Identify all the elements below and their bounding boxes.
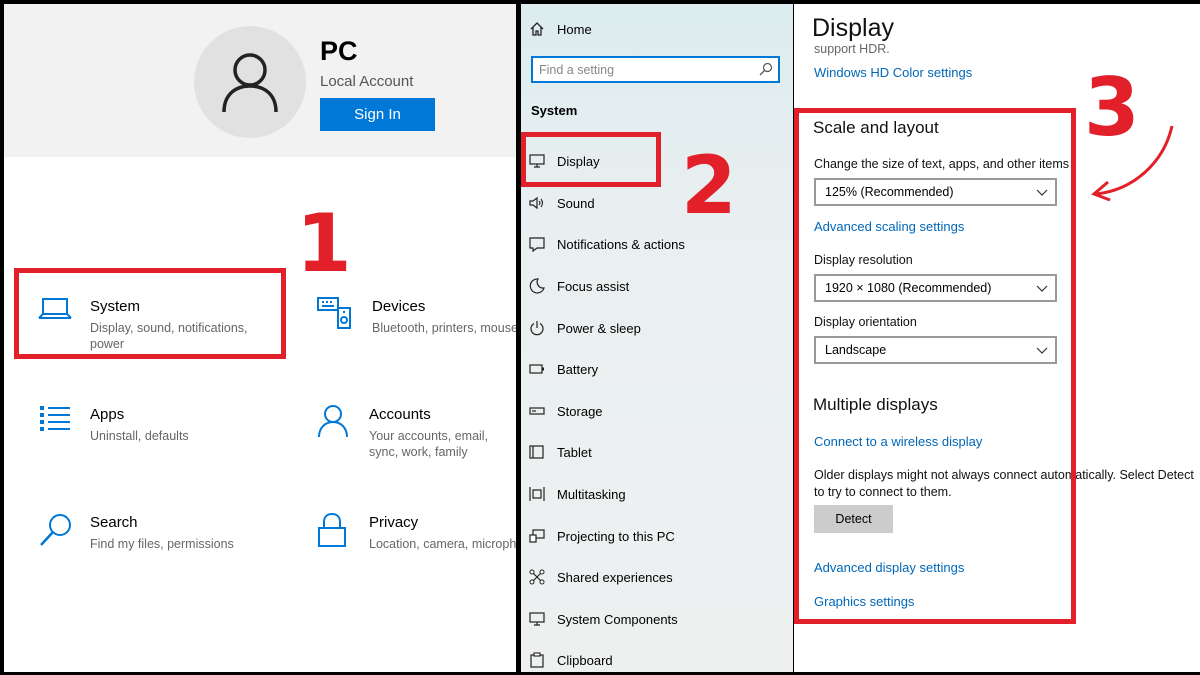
nav-item-label: Tablet <box>557 444 592 460</box>
nav-item-label: Shared experiences <box>557 569 673 585</box>
projecting-icon <box>527 529 547 543</box>
hd-color-settings-link[interactable]: Windows HD Color settings <box>814 65 972 80</box>
user-avatar-icon <box>222 53 278 113</box>
highlight-box-display <box>521 132 661 187</box>
account-name: PC <box>320 36 358 66</box>
clipboard-icon <box>527 652 547 668</box>
tile-description: Location, camera, microphone <box>369 537 516 551</box>
nav-item-projecting[interactable]: Projecting to this PC <box>527 525 675 547</box>
tile-title: Privacy <box>369 514 419 531</box>
search-input[interactable] <box>539 61 749 79</box>
search-icon <box>40 514 71 546</box>
nav-home-label: Home <box>557 21 592 37</box>
tile-title: Devices <box>372 298 426 315</box>
tile-title: Accounts <box>369 406 431 423</box>
highlight-box-scale-layout <box>794 108 1076 624</box>
nav-item-notifications[interactable]: Notifications & actions <box>527 233 685 255</box>
sign-in-button[interactable]: Sign In <box>320 98 435 131</box>
highlight-box-system <box>14 268 286 359</box>
nav-item-multitasking[interactable]: Multitasking <box>527 483 626 505</box>
hdr-text: support HDR. <box>814 42 890 56</box>
tile-description: Uninstall, defaults <box>90 429 189 443</box>
nav-item-clipboard[interactable]: Clipboard <box>527 649 613 671</box>
tile-description: Find my files, permissions <box>90 537 234 551</box>
nav-item-label: Multitasking <box>557 486 626 502</box>
nav-item-label: Focus assist <box>557 278 630 294</box>
nav-home[interactable]: Home <box>527 18 592 40</box>
nav-item-label: System Components <box>557 611 678 627</box>
tile-apps[interactable]: Apps Uninstall, defaults <box>38 404 298 494</box>
tile-privacy[interactable]: Privacy Location, camera, microphone <box>316 512 516 602</box>
search-field[interactable] <box>531 56 780 83</box>
nav-item-sound[interactable]: Sound <box>527 192 595 214</box>
tile-devices[interactable]: Devices Bluetooth, printers, mouse <box>316 296 516 386</box>
tile-description: Bluetooth, printers, mouse <box>372 321 516 335</box>
nav-item-focus-assist[interactable]: Focus assist <box>527 275 629 297</box>
nav-item-label: Projecting to this PC <box>557 528 675 544</box>
lock-icon <box>318 512 346 547</box>
components-icon <box>527 612 547 626</box>
step-number-2: 2 <box>681 139 737 232</box>
settings-nav-panel: Home System Display Sound Notifications … <box>521 4 793 672</box>
tablet-icon <box>527 444 547 460</box>
tile-accounts[interactable]: Accounts Your accounts, email, sync, wor… <box>316 404 516 494</box>
account-type: Local Account <box>320 73 414 90</box>
nav-item-system-components[interactable]: System Components <box>527 608 678 630</box>
apps-list-icon <box>40 406 70 431</box>
search-icon[interactable] <box>759 62 773 81</box>
power-icon <box>527 320 547 336</box>
battery-icon <box>527 364 547 374</box>
notification-icon <box>527 236 547 252</box>
nav-item-storage[interactable]: Storage <box>527 400 603 422</box>
settings-home-panel: PC Local Account Sign In System Display,… <box>4 4 516 672</box>
step-number-1: 1 <box>296 197 352 290</box>
tile-title: Apps <box>90 406 125 423</box>
nav-item-battery[interactable]: Battery <box>527 358 598 380</box>
speaker-icon <box>527 196 547 210</box>
moon-icon <box>527 278 547 294</box>
nav-item-label: Clipboard <box>557 652 613 668</box>
multitasking-icon <box>527 486 547 502</box>
nav-item-tablet[interactable]: Tablet <box>527 441 592 463</box>
nav-item-shared-experiences[interactable]: Shared experiences <box>527 566 673 588</box>
tile-description: Your accounts, email, sync, work, family <box>369 429 489 459</box>
nav-item-label: Sound <box>557 195 595 211</box>
nav-section-label: System <box>531 103 578 118</box>
shared-icon <box>527 569 547 585</box>
display-settings-panel: Display support HDR. Windows HD Color se… <box>794 4 1200 672</box>
nav-item-power-sleep[interactable]: Power & sleep <box>527 317 641 339</box>
avatar[interactable] <box>194 26 306 138</box>
nav-item-label: Storage <box>557 403 603 419</box>
account-header: PC Local Account Sign In <box>4 4 516 157</box>
page-title: Display <box>812 14 894 42</box>
annotation-arrow-icon <box>1091 125 1174 202</box>
home-icon <box>527 21 547 37</box>
devices-icon <box>317 297 351 329</box>
nav-item-label: Power & sleep <box>557 320 641 336</box>
person-icon <box>318 405 348 438</box>
nav-item-label: Notifications & actions <box>557 236 685 252</box>
tile-search[interactable]: Search Find my files, permissions <box>38 512 298 602</box>
tile-title: Search <box>90 514 138 531</box>
nav-item-label: Battery <box>557 361 599 377</box>
storage-icon <box>527 406 547 416</box>
